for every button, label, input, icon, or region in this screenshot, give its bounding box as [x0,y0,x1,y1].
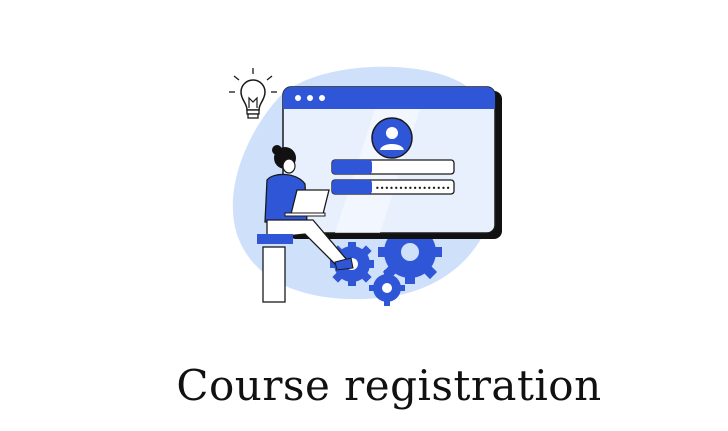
page-title: Course registration [176,361,602,410]
username-field [331,159,455,175]
page: •••••••••••••••• Course registration [0,0,728,431]
user-avatar-icon [371,117,413,159]
registration-illustration: •••••••••••••••• [229,66,502,306]
password-mask: •••••••••••••••• [375,184,451,193]
password-field: •••••••••••••••• [331,179,455,195]
